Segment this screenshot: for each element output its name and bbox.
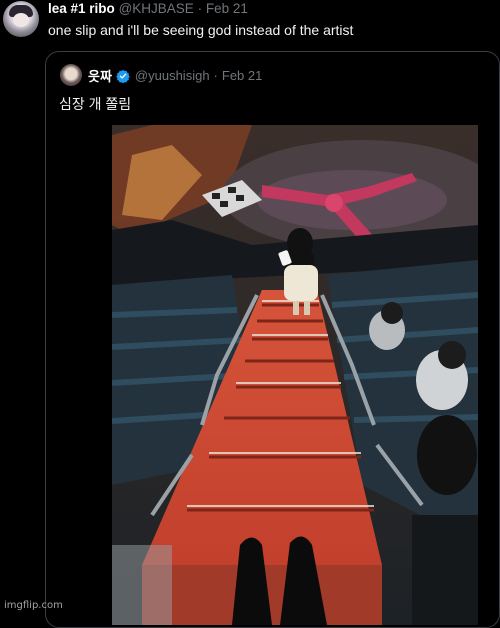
tweet-text: one slip and i'll be seeing god instead … bbox=[48, 22, 354, 38]
quoted-header-separator: · bbox=[213, 68, 218, 83]
verified-badge-icon bbox=[116, 69, 130, 83]
quoted-tweet-text: 심장 개 쫄림 bbox=[59, 96, 132, 112]
header-separator: · bbox=[197, 1, 203, 16]
quoted-display-name[interactable]: 읏짜 bbox=[88, 66, 112, 85]
tweet-header: lea #1 ribo @KHJBASE · Feb 21 bbox=[48, 1, 248, 16]
user-avatar[interactable] bbox=[3, 1, 39, 37]
quoted-tweet-header: 읏짜 @yuushisigh · Feb 21 bbox=[88, 66, 262, 85]
photo-illustration bbox=[112, 125, 478, 625]
user-handle[interactable]: @KHJBASE bbox=[119, 1, 194, 16]
stadium-stairs-photo[interactable] bbox=[112, 125, 478, 625]
quoted-tweet-card[interactable]: 읏짜 @yuushisigh · Feb 21 심장 개 쫄림 bbox=[45, 51, 500, 628]
avatar-face bbox=[13, 13, 29, 27]
imgflip-watermark: imgflip.com bbox=[4, 600, 63, 611]
quoted-tweet-date[interactable]: Feb 21 bbox=[222, 68, 262, 83]
quoted-user-handle[interactable]: @yuushisigh bbox=[135, 68, 210, 83]
display-name[interactable]: lea #1 ribo bbox=[48, 1, 115, 16]
quoted-user-avatar[interactable] bbox=[60, 64, 82, 86]
tweet-date[interactable]: Feb 21 bbox=[206, 1, 248, 16]
main-tweet: lea #1 ribo @KHJBASE · Feb 21 one slip a… bbox=[0, 0, 500, 628]
